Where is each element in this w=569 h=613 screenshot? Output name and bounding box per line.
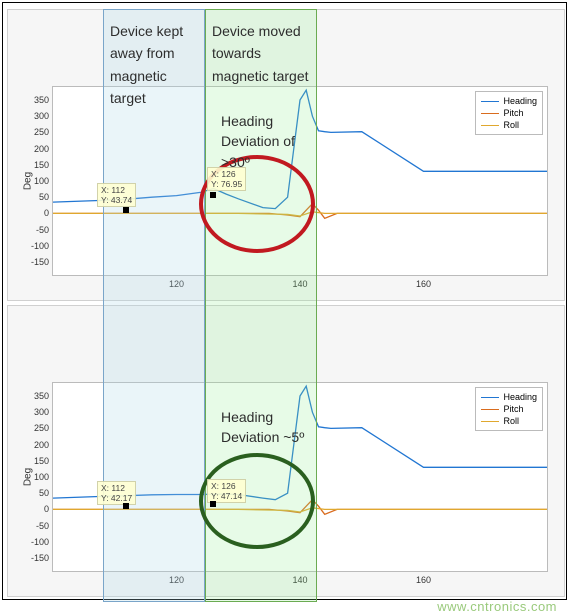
y-tick: 300 [23, 407, 49, 417]
datatip-y: Y: 42.17 [101, 493, 132, 503]
y-tick: -150 [23, 553, 49, 563]
datatip-bottom-right: X: 126 Y: 47.14 [207, 479, 246, 503]
legend-swatch-pitch [481, 113, 499, 114]
outer-frame: Deg Heading Pitch Roll -150-100-50050100… [2, 2, 567, 600]
y-tick: 0 [23, 504, 49, 514]
y-tick: 100 [23, 176, 49, 186]
datatip-y: Y: 47.14 [211, 491, 242, 501]
datatip-marker [210, 501, 216, 507]
y-tick: -50 [23, 225, 49, 235]
legend-swatch-roll [481, 421, 499, 422]
overlay-blue-label: Device kept away from magnetic target [110, 20, 202, 110]
y-tick: -100 [23, 241, 49, 251]
legend-item-roll: Roll [481, 119, 537, 131]
x-tick: 160 [416, 279, 431, 289]
y-tick: 50 [23, 488, 49, 498]
legend-label: Roll [503, 119, 519, 131]
legend-label: Heading [503, 391, 537, 403]
y-tick: -100 [23, 537, 49, 547]
datatip-x: X: 112 [101, 483, 132, 493]
y-tick: 250 [23, 423, 49, 433]
legend-item-pitch: Pitch [481, 107, 537, 119]
legend-label: Roll [503, 415, 519, 427]
watermark-text: www.cntronics.com [437, 599, 557, 613]
y-tick: 200 [23, 440, 49, 450]
annotation-bottom: Heading Deviation ~5º [221, 407, 321, 448]
y-tick: 250 [23, 127, 49, 137]
legend-item-heading: Heading [481, 95, 537, 107]
y-tick: -150 [23, 257, 49, 267]
y-tick: 300 [23, 111, 49, 121]
y-tick: 0 [23, 208, 49, 218]
legend-label: Pitch [503, 403, 523, 415]
datatip-y: Y: 43.74 [101, 195, 132, 205]
overlay-blue-region: Device kept away from magnetic target [103, 9, 205, 602]
x-tick: 160 [416, 575, 431, 585]
y-tick: 200 [23, 144, 49, 154]
legend-item-heading: Heading [481, 391, 537, 403]
y-tick: 150 [23, 160, 49, 170]
datatip-marker [123, 503, 129, 509]
y-tick: 100 [23, 472, 49, 482]
annotation-top: Heading Deviation of >30º [221, 111, 321, 172]
datatip-bottom-left: X: 112 Y: 42.17 [97, 481, 136, 505]
legend-label: Pitch [503, 107, 523, 119]
y-tick: 350 [23, 391, 49, 401]
datatip-y: Y: 76.95 [211, 179, 242, 189]
y-tick: 350 [23, 95, 49, 105]
datatip-x: X: 126 [211, 481, 242, 491]
legend-swatch-roll [481, 125, 499, 126]
legend-swatch-pitch [481, 409, 499, 410]
overlay-green-label: Device moved towards magnetic target [212, 20, 312, 87]
legend-item-pitch: Pitch [481, 403, 537, 415]
y-tick: 50 [23, 192, 49, 202]
legend-bottom: Heading Pitch Roll [475, 387, 543, 431]
datatip-marker [123, 207, 129, 213]
y-tick: -50 [23, 521, 49, 531]
legend-swatch-heading [481, 397, 499, 398]
datatip-marker [210, 192, 216, 198]
datatip-top-left: X: 112 Y: 43.74 [97, 183, 136, 207]
legend-top: Heading Pitch Roll [475, 91, 543, 135]
legend-label: Heading [503, 95, 537, 107]
y-tick: 150 [23, 456, 49, 466]
datatip-x: X: 112 [101, 185, 132, 195]
legend-swatch-heading [481, 101, 499, 102]
legend-item-roll: Roll [481, 415, 537, 427]
